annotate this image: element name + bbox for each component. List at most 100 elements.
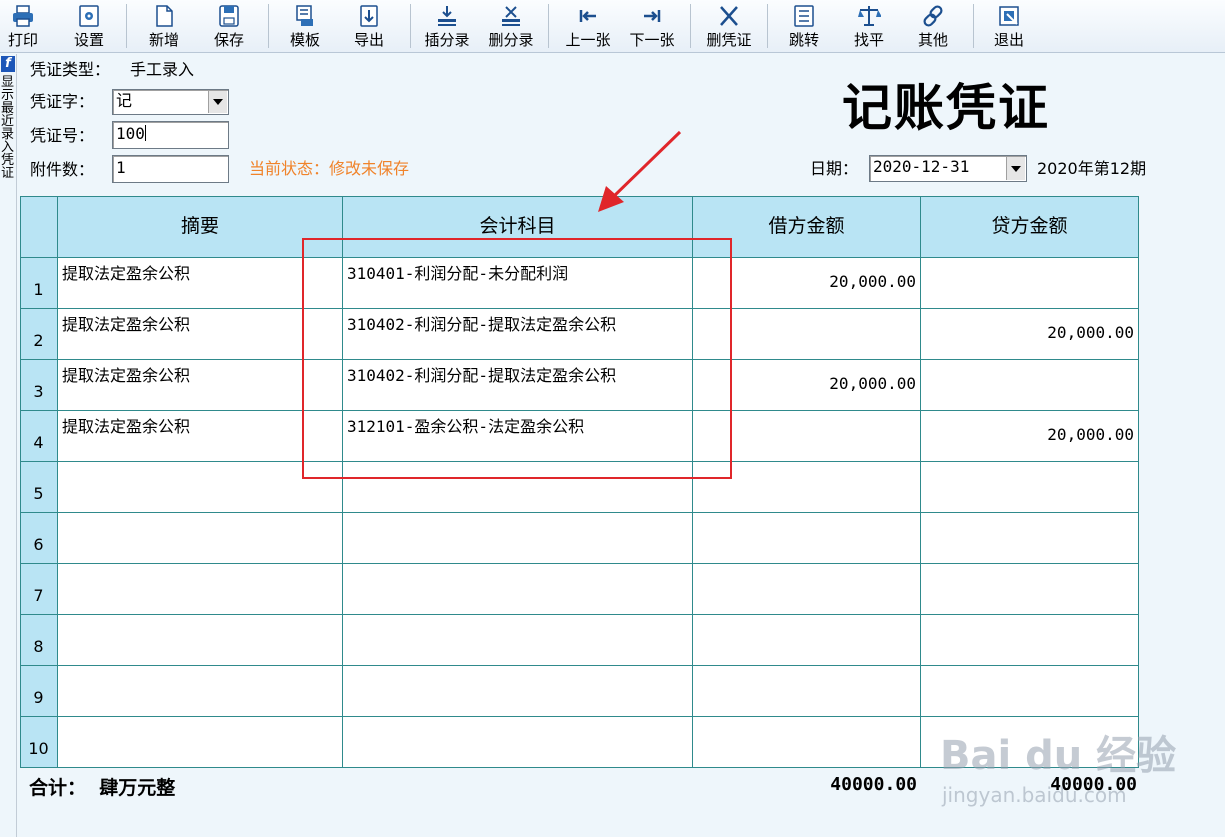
function-icon: f [1,56,15,72]
accounting-period: 2020年第12期 [1037,159,1147,178]
recent-vouchers-side-tab[interactable]: f 显示最近录入凭证 [0,54,17,837]
template-button[interactable]: 模板 [284,0,326,52]
export-label: 导出 [353,31,384,49]
credit-cell[interactable] [921,564,1139,615]
voucher-word-select[interactable]: 记 [112,89,229,115]
previous-voucher-button[interactable]: 上一张 [559,0,617,52]
save-button[interactable]: 保存 [208,0,250,52]
account-cell[interactable] [343,513,693,564]
totals-in-words: 肆万元整 [99,777,176,799]
balance-button[interactable]: 找平 [848,0,890,52]
debit-total: 40000.00 [830,774,917,795]
toolbar-separator [126,4,127,48]
template-icon [296,5,313,26]
column-header-summary: 摘要 [58,196,343,258]
debit-cell[interactable] [693,717,921,768]
credit-cell[interactable] [921,258,1139,309]
account-cell[interactable]: 310401-利润分配-未分配利润 [343,258,693,309]
row-number: 5 [20,462,58,513]
settings-button[interactable]: 设置 [66,0,112,52]
account-cell[interactable] [343,462,693,513]
summary-cell[interactable] [58,666,343,717]
summary-cell[interactable]: 提取法定盈余公积 [58,258,343,309]
debit-cell[interactable] [693,615,921,666]
debit-cell[interactable] [693,513,921,564]
link-icon [923,5,943,27]
column-header-debit: 借方金额 [693,196,921,258]
row-number-header [20,196,58,258]
insert-entry-icon [438,6,456,26]
totals-row: 合计： 肆万元整 40000.00 40000.00 [20,768,1139,800]
delete-voucher-button[interactable]: 删凭证 [699,0,759,52]
row-number: 8 [20,615,58,666]
previous-label: 上一张 [565,31,611,49]
printer-icon [13,5,33,27]
attachments-input[interactable]: 1 [112,155,229,183]
voucher-number-label: 凭证号： [30,126,95,145]
summary-cell[interactable] [58,513,343,564]
debit-cell[interactable] [693,666,921,717]
summary-cell[interactable]: 提取法定盈余公积 [58,309,343,360]
toolbar-separator [548,4,549,48]
export-button[interactable]: 导出 [348,0,390,52]
totals-label: 合计： 肆万元整 [29,773,175,800]
row-number: 10 [20,717,58,768]
delete-entry-button[interactable]: 删分录 [482,0,540,52]
exit-button[interactable]: 退出 [988,0,1030,52]
summary-cell[interactable] [58,564,343,615]
text-cursor [144,125,146,141]
account-cell[interactable] [343,564,693,615]
jump-button[interactable]: 跳转 [783,0,825,52]
credit-cell[interactable] [921,615,1139,666]
credit-cell[interactable] [921,462,1139,513]
account-cell[interactable] [343,615,693,666]
exit-icon [999,6,1019,26]
debit-cell[interactable] [693,411,921,462]
new-document-icon [156,5,173,27]
row-number: 4 [20,411,58,462]
account-cell[interactable]: 312101-盈余公积-法定盈余公积 [343,411,693,462]
summary-cell[interactable]: 提取法定盈余公积 [58,411,343,462]
chevron-down-icon[interactable] [208,91,227,113]
credit-cell[interactable]: 20,000.00 [921,309,1139,360]
summary-cell[interactable] [58,615,343,666]
toolbar-separator [410,4,411,48]
credit-cell[interactable] [921,666,1139,717]
credit-cell[interactable]: 20,000.00 [921,411,1139,462]
debit-cell[interactable] [693,462,921,513]
previous-icon [579,10,596,22]
date-picker[interactable]: 2020-12-31 [869,155,1027,182]
account-cell[interactable]: 310402-利润分配-提取法定盈余公积 [343,360,693,411]
row-number: 7 [20,564,58,615]
row-number: 2 [20,309,58,360]
account-cell[interactable]: 310402-利润分配-提取法定盈余公积 [343,309,693,360]
account-cell[interactable] [343,717,693,768]
insert-entry-label: 插分录 [424,31,470,49]
account-cell[interactable] [343,666,693,717]
settings-icon [79,5,99,27]
new-button[interactable]: 新增 [143,0,185,52]
delete-entry-icon [502,6,520,26]
debit-cell[interactable] [693,564,921,615]
toolbar-separator [973,4,974,48]
credit-cell[interactable] [921,513,1139,564]
other-button[interactable]: 其他 [912,0,954,52]
save-label: 保存 [213,31,244,49]
debit-cell[interactable] [693,309,921,360]
credit-cell[interactable] [921,717,1139,768]
voucher-number-input[interactable]: 100 [112,121,229,149]
voucher-word-label: 凭证字： [30,92,95,111]
credit-cell[interactable] [921,360,1139,411]
debit-cell[interactable]: 20,000.00 [693,360,921,411]
insert-entry-button[interactable]: 插分录 [418,0,476,52]
summary-cell[interactable] [58,717,343,768]
next-voucher-button[interactable]: 下一张 [623,0,681,52]
debit-cell[interactable]: 20,000.00 [693,258,921,309]
row-number: 3 [20,360,58,411]
summary-cell[interactable]: 提取法定盈余公积 [58,360,343,411]
summary-cell[interactable] [58,462,343,513]
print-button[interactable]: 打印 [2,0,44,52]
totals-caption: 合计： [29,777,87,799]
chevron-down-icon[interactable] [1006,157,1025,180]
next-label: 下一张 [629,31,675,49]
